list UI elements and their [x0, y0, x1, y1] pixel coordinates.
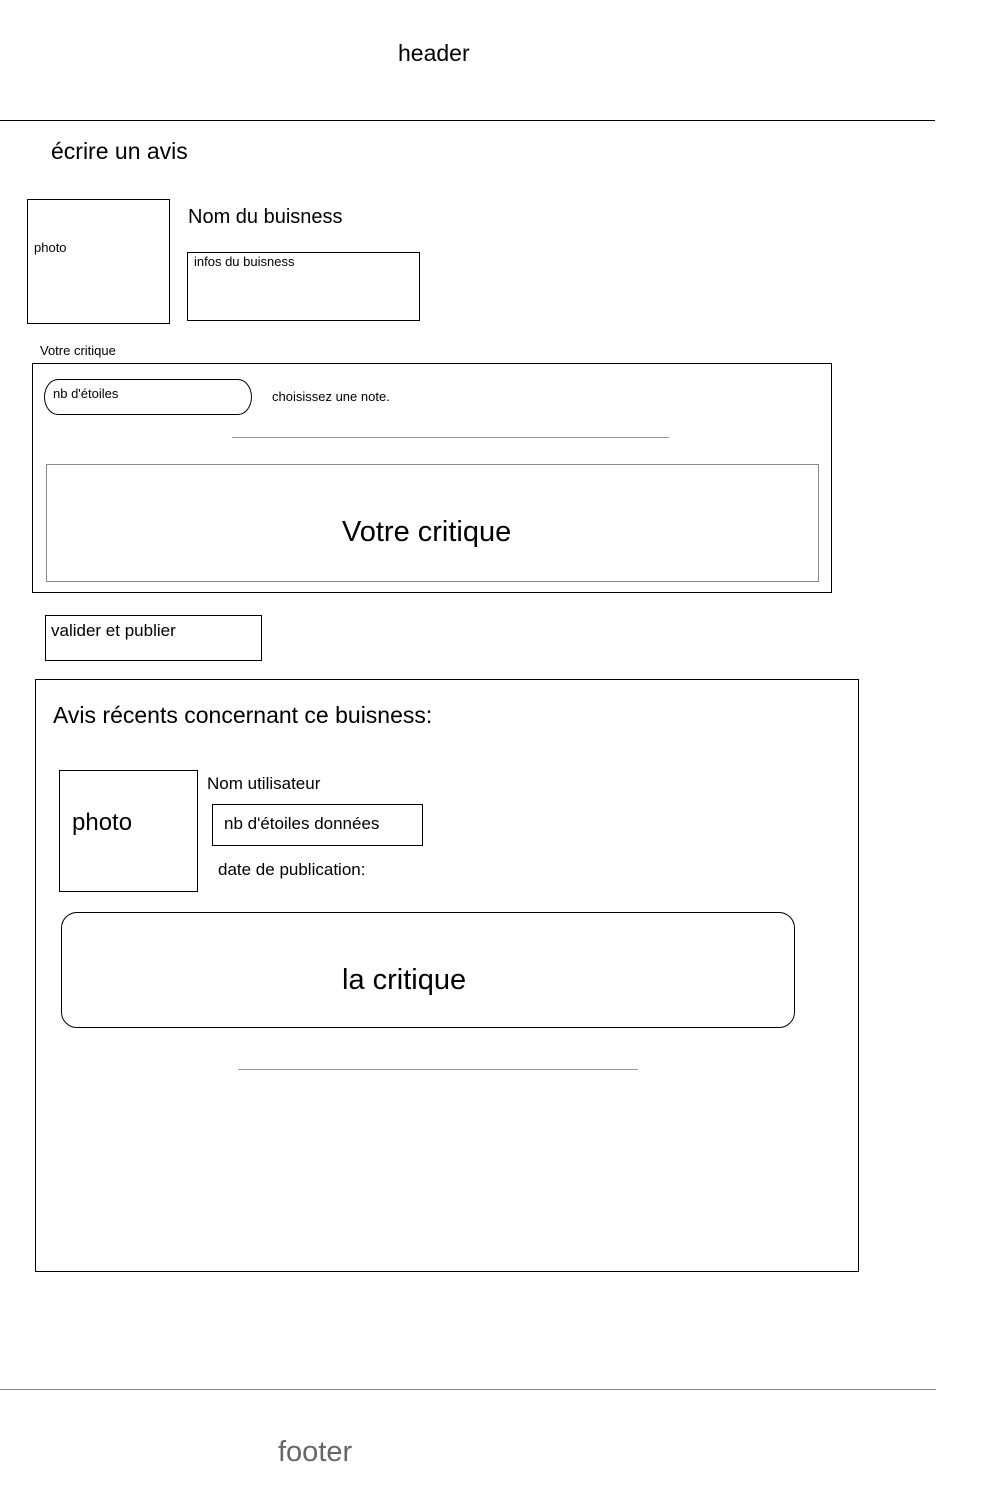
submit-button-label: valider et publier — [51, 621, 176, 640]
review-textarea-placeholder: Votre critique — [342, 516, 512, 548]
stars-given-label: nb d'étoiles données — [224, 814, 380, 833]
page-title: écrire un avis — [51, 138, 188, 164]
review-section-label: Votre critique — [40, 343, 116, 358]
business-photo-label: photo — [34, 240, 67, 255]
review-body-text: la critique — [342, 964, 467, 996]
recent-reviews-title: Avis récents concernant ce buisness: — [53, 702, 433, 728]
business-photo — [27, 199, 170, 324]
footer-divider — [0, 1389, 936, 1390]
publish-date: date de publication: — [218, 860, 366, 879]
business-name: Nom du buisness — [188, 206, 343, 228]
footer-label: footer — [278, 1436, 353, 1468]
reviews-divider — [238, 1069, 638, 1070]
reviewer-name[interactable]: Nom utilisateur — [207, 775, 320, 792]
rating-hint: choisissez une note. — [272, 389, 390, 404]
header-divider — [0, 120, 935, 121]
form-divider — [232, 437, 669, 438]
star-rating-select-label: nb d'étoiles — [53, 386, 119, 401]
header-label: header — [398, 40, 470, 66]
business-info-label: infos du buisness — [194, 254, 295, 269]
reviewer-photo-label: photo — [72, 809, 133, 836]
